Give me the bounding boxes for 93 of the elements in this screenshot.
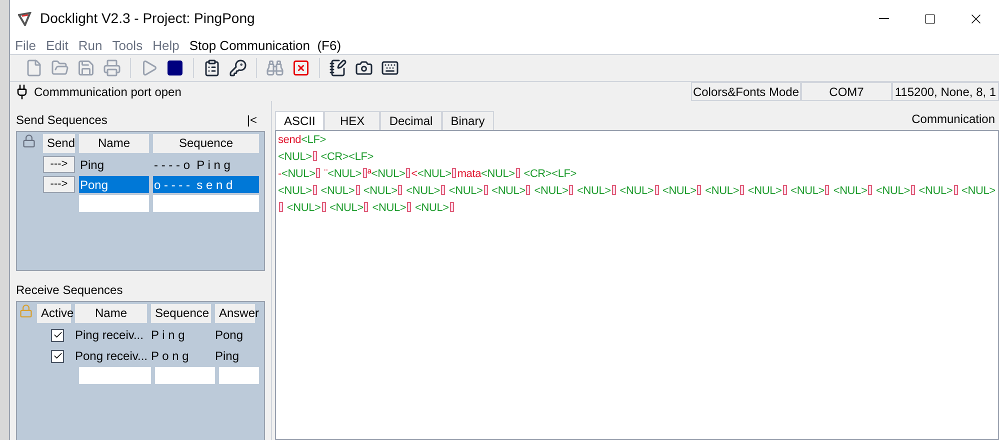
sequence-name[interactable]: Pong receiv... (75, 347, 147, 365)
maximize-icon (924, 12, 936, 24)
collapse-button[interactable]: |< (246, 111, 257, 129)
checkmark-icon (52, 351, 62, 361)
panel-title: Send Sequences (16, 112, 108, 129)
window-title: Docklight V2.3 - Project: PingPong (40, 9, 255, 28)
column-header: Send (43, 134, 75, 153)
active-checkbox[interactable] (51, 350, 64, 362)
minimize-icon (879, 18, 889, 19)
checkmark-icon (52, 330, 62, 340)
received-text: <NUL> (328, 168, 362, 180)
communication-label: Communication (912, 111, 996, 128)
sent-text: mata (457, 168, 481, 180)
status-port: COM7 (801, 82, 892, 101)
column-header: Sequence (153, 134, 259, 153)
crossed-box-icon (292, 59, 310, 77)
new-sequence-field[interactable] (155, 367, 215, 384)
received-text: <NUL> (704, 185, 740, 197)
received-text: <CR><LF> (522, 168, 577, 180)
received-text: <NUL> (278, 185, 312, 197)
received-text: <NUL> (576, 185, 611, 197)
tab[interactable]: ASCII (275, 111, 324, 130)
received-text: <NUL> (533, 185, 568, 197)
sent-text: - (278, 168, 282, 180)
received-text: <NUL> (320, 185, 355, 197)
tab[interactable]: Binary (442, 111, 494, 130)
received-text: <NUL> (278, 151, 312, 163)
sequence-value[interactable]: o - - - - s e n d (153, 176, 259, 193)
send-button[interactable]: ---> (43, 176, 75, 193)
app-logo-icon (18, 12, 32, 26)
sequence-value[interactable]: P i n g (151, 326, 211, 344)
menu-item[interactable]: Stop Communication (F6) (189, 36, 342, 56)
sequence-name[interactable]: Ping receiv... (75, 326, 147, 344)
new-name-field[interactable] (79, 195, 149, 212)
keyboard-icon (381, 59, 399, 77)
new-file-icon (25, 59, 43, 77)
new-answer-field[interactable] (219, 367, 259, 384)
status-settings: 115200, None, 8, 1 (892, 82, 999, 101)
printer-icon (103, 59, 121, 77)
new-sequence-field[interactable] (153, 195, 259, 212)
received-text: <NUL> (746, 185, 782, 197)
lock-icon (19, 304, 33, 318)
received-text: <NUL> (918, 185, 953, 197)
column-header: Name (75, 304, 147, 323)
received-text: <NUL> (286, 202, 321, 214)
status-message: Commmunication port open (34, 84, 182, 100)
sent-text: ¨ (323, 168, 328, 180)
column-header: Name (79, 134, 149, 153)
sent-text: < (411, 168, 418, 180)
received-text: <CR><LF> (320, 151, 374, 163)
sent-text: send (278, 134, 302, 146)
answer-value[interactable]: Pong (215, 326, 255, 344)
key-icon (229, 59, 247, 77)
received-text: <NUL> (790, 185, 824, 197)
sequence-value[interactable]: - - - - o P i n g (153, 156, 259, 173)
received-text: <NUL> (448, 185, 483, 197)
tab[interactable]: Decimal (380, 111, 442, 130)
clipboard-icon (203, 59, 221, 77)
folder-icon (51, 59, 69, 77)
send-button[interactable]: ---> (43, 156, 75, 173)
received-text: <NUL> (960, 185, 996, 197)
column-header: Active (37, 304, 71, 323)
active-checkbox[interactable] (51, 328, 64, 342)
received-text: <NUL> (481, 168, 515, 180)
play-icon (140, 59, 158, 77)
new-name-field[interactable] (79, 367, 151, 384)
received-text: <LF> (301, 134, 326, 146)
received-text: <NUL> (371, 202, 406, 214)
received-text: <NUL> (490, 185, 526, 197)
received-text: <NUL> (328, 202, 364, 214)
received-text: <NUL> (414, 202, 449, 214)
status-mode: Colors&Fonts Mode (691, 82, 801, 101)
received-text: <NUL> (875, 185, 910, 197)
column-header: Sequence (151, 304, 211, 323)
sequence-value[interactable]: P o n g (151, 347, 211, 365)
received-text: <NUL> (362, 185, 398, 197)
answer-value[interactable]: Ping (215, 347, 255, 365)
sent-text: ª (368, 168, 372, 180)
received-text: <NUL> (417, 168, 452, 180)
panel-title: Receive Sequences (16, 282, 124, 299)
binoculars-icon (266, 59, 284, 77)
camera-icon (355, 59, 373, 77)
notepad-pencil-icon (329, 59, 347, 77)
received-text: <NUL> (832, 185, 868, 197)
received-text: <NUL> (618, 185, 654, 197)
received-text: <NUL> (371, 168, 406, 180)
received-text: <NUL> (281, 168, 316, 180)
sequence-name[interactable]: Ping (79, 156, 149, 173)
sequence-name[interactable]: Pong (79, 176, 149, 193)
received-text: <NUL> (405, 185, 440, 197)
received-text: <NUL> (661, 185, 696, 197)
stop-icon (166, 59, 184, 77)
tab[interactable]: HEX (324, 111, 380, 130)
